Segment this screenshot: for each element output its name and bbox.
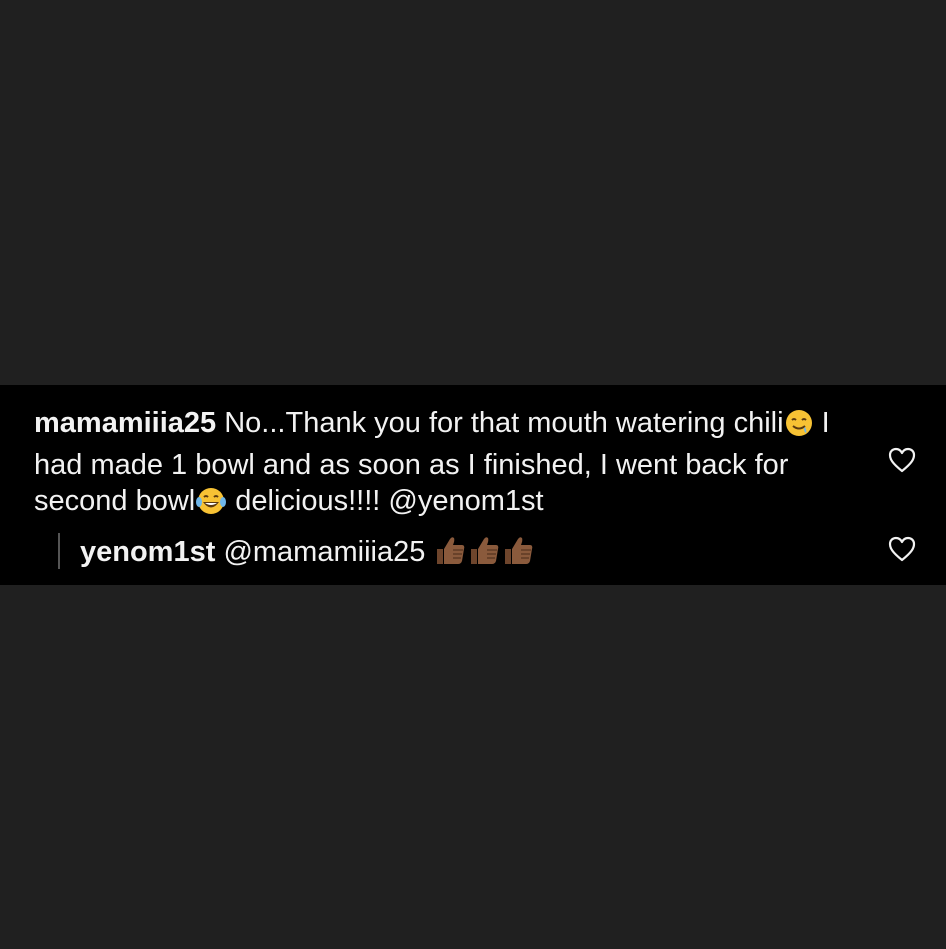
reply: yenom1st @mamamiiia25 — [80, 533, 535, 576]
comment-text-3: delicious!!!! @yenom1st — [227, 485, 544, 517]
reply-indent-line — [58, 533, 60, 569]
thumbs-up-icon — [467, 533, 501, 576]
screenshot-background: mamamiiia25 No...Thank you for that mout… — [0, 0, 946, 949]
thumbs-up-icon — [433, 533, 467, 576]
comment-text-1: No...Thank you for that mouth watering c… — [224, 407, 784, 439]
comment: mamamiiia25 No...Thank you for that mout… — [34, 405, 844, 525]
reply-mention[interactable]: @mamamiiia25 — [223, 536, 425, 568]
tears-of-joy-icon — [195, 486, 227, 525]
comment-username[interactable]: mamamiiia25 — [34, 407, 216, 439]
thumbs-up-icon — [501, 533, 535, 576]
comment-thread: mamamiiia25 No...Thank you for that mout… — [0, 385, 946, 585]
reply-username[interactable]: yenom1st — [80, 536, 215, 568]
like-heart-icon[interactable] — [888, 536, 916, 562]
like-heart-icon[interactable] — [888, 447, 916, 473]
drooling-face-icon — [784, 408, 814, 447]
